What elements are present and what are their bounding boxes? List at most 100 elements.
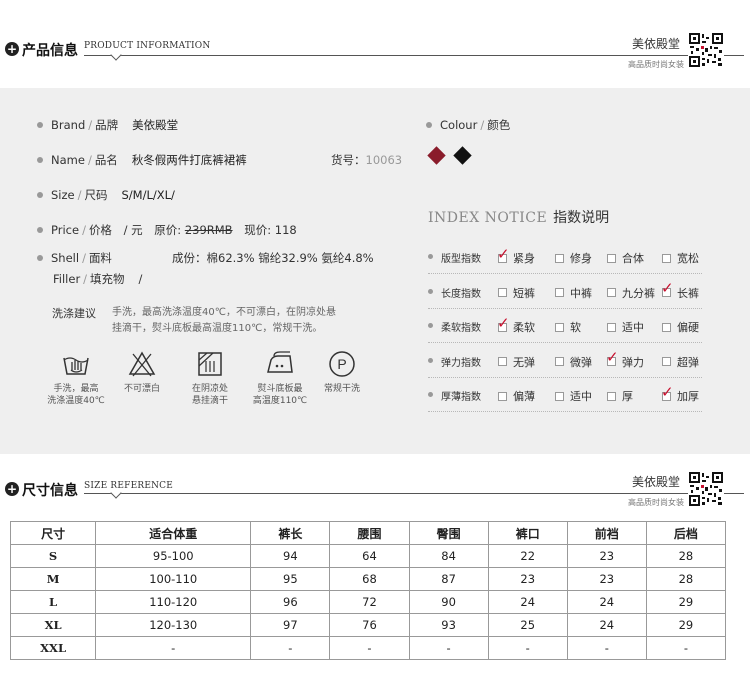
index-option[interactable]: 短裤 — [498, 285, 535, 301]
index-option[interactable]: 软 — [555, 319, 581, 335]
plus-circle-icon: + — [5, 42, 19, 56]
table-cell: - — [95, 636, 252, 660]
index-option[interactable]: ✓ 弹力 — [606, 350, 644, 370]
section-subtitle: SIZE REFERENCE — [84, 481, 174, 491]
index-option[interactable]: 厚 — [607, 388, 633, 404]
index-option-label: 短裤 — [513, 286, 535, 300]
index-row: 长度指数 短裤 中裤 九分裤 ✓ 长裤 — [428, 275, 702, 309]
index-option-label: 紧身 — [513, 252, 535, 265]
index-option[interactable]: 修身 — [555, 250, 592, 266]
bullet — [428, 323, 433, 328]
check-mark-icon: ✓ — [497, 313, 510, 332]
table-cell: 25 — [487, 613, 568, 637]
index-option[interactable]: ✓ 长裤 — [661, 281, 699, 301]
index-option[interactable]: ✓ 加厚 — [661, 384, 699, 404]
index-option[interactable]: 适中 — [607, 319, 644, 335]
dry-clean-icon: P — [329, 351, 355, 377]
checkbox[interactable]: ✓ — [497, 315, 510, 332]
table-row: L 110-120 96 72 90 24 24 29 — [9, 590, 727, 614]
checkbox[interactable] — [498, 391, 507, 401]
table-cell: 29 — [645, 590, 727, 614]
plus-circle-icon: + — [5, 482, 19, 496]
index-option[interactable]: 适中 — [555, 388, 592, 404]
table-cell: 72 — [329, 590, 410, 614]
sku-value: 10063 — [365, 153, 403, 167]
checkbox[interactable]: ✓ — [661, 281, 674, 297]
index-option[interactable]: 超弹 — [662, 354, 699, 370]
index-option-label: 合体 — [622, 252, 644, 265]
bullet — [428, 288, 433, 294]
no-bleach-icon — [128, 351, 156, 377]
index-option[interactable]: 九分裤 — [607, 285, 655, 301]
checkbox[interactable] — [607, 322, 616, 332]
checkbox[interactable] — [607, 391, 616, 401]
hand-wash-icon — [63, 357, 89, 375]
table-cell: - — [487, 636, 568, 660]
wash-advice-title: 洗涤建议 — [52, 307, 96, 320]
checkbox[interactable] — [662, 322, 671, 332]
brand-tagline: 高品质时尚女装 — [628, 498, 684, 507]
table-cell: 23 — [487, 567, 568, 591]
checkbox[interactable] — [555, 288, 564, 297]
checkbox[interactable] — [607, 288, 616, 297]
size-table-header-cell: 裤长 — [250, 521, 331, 545]
checkbox[interactable] — [662, 253, 671, 263]
index-option[interactable]: 中裤 — [555, 285, 592, 301]
index-option[interactable]: 宽松 — [662, 250, 699, 266]
composition: 成份：棉62.3% 锦纶32.9% 氨纶4.8% — [172, 251, 374, 265]
table-cell: 76 — [329, 613, 410, 637]
checkbox[interactable] — [555, 357, 564, 366]
table-cell: 84 — [408, 544, 489, 568]
product-info-header: + 产品信息 PRODUCT INFORMATION 美依殿堂 高品质时尚女装 — [0, 30, 750, 70]
bullet — [428, 357, 433, 363]
index-option-label: 宽松 — [677, 252, 699, 265]
checkbox[interactable] — [498, 357, 507, 366]
bullet — [37, 254, 43, 261]
name-row: Name / 品名 秋冬假两件打底裤裙裤 — [37, 152, 247, 168]
index-option[interactable]: ✓ 柔软 — [497, 315, 535, 335]
index-option[interactable]: 偏硬 — [662, 319, 699, 335]
size-table-header-cell: 适合体重 — [95, 521, 252, 545]
brand-tagline: 高品质时尚女装 — [628, 60, 684, 69]
index-option-label: 微弹 — [570, 355, 592, 369]
index-option-label: 偏薄 — [513, 390, 535, 403]
index-option-label: 加厚 — [677, 390, 699, 403]
index-option-label: 适中 — [570, 390, 592, 403]
table-cell: 24 — [566, 590, 647, 614]
table-cell: 68 — [329, 567, 410, 591]
checkbox[interactable] — [555, 322, 564, 332]
index-option[interactable]: ✓ 紧身 — [497, 246, 535, 266]
table-cell: 100-110 — [95, 567, 252, 591]
size-table-header-cell: 前裆 — [566, 521, 647, 545]
brand-name: 美依殿堂 — [631, 475, 680, 489]
checkbox[interactable] — [555, 253, 564, 263]
checkbox[interactable]: ✓ — [606, 350, 619, 366]
index-option[interactable]: 微弹 — [555, 354, 592, 370]
table-cell: 23 — [566, 567, 647, 591]
index-option-label: 长裤 — [677, 286, 699, 300]
table-cell: - — [566, 636, 647, 660]
checkbox[interactable] — [555, 391, 564, 401]
size-table-header-cell: 后档 — [645, 521, 727, 545]
bullet — [37, 226, 43, 233]
table-cell: 97 — [250, 613, 331, 637]
index-option[interactable]: 合体 — [607, 250, 644, 266]
checkbox[interactable] — [662, 357, 671, 366]
wash-advice-text: 手洗，最高洗涤温度40℃，不可漂白，在阴凉处悬 挂滴干，熨斗底板最高温度110℃… — [112, 307, 336, 334]
index-option[interactable]: 无弹 — [498, 354, 535, 370]
checkbox[interactable]: ✓ — [497, 246, 510, 263]
check-mark-icon: ✓ — [661, 382, 674, 401]
line-dry-shade-icon — [198, 352, 222, 376]
table-cell: 96 — [250, 590, 331, 614]
index-option[interactable]: 偏薄 — [498, 388, 535, 404]
index-option-label: 偏硬 — [677, 321, 699, 334]
table-cell: L — [9, 590, 97, 614]
size-table-header-cell: 臀围 — [408, 521, 489, 545]
index-row: 版型指数 ✓ 紧身 修身 合体 宽松 — [428, 240, 702, 274]
checkbox[interactable] — [498, 288, 507, 297]
checkbox[interactable] — [607, 253, 616, 263]
size-table-header: 尺寸 适合体重 裤长 腰围 臀围 裤口 前裆 后档 — [9, 521, 727, 545]
current-price: 118 — [274, 223, 297, 237]
brand-row: Brand / 品牌 美依殿堂 — [37, 117, 178, 133]
checkbox[interactable]: ✓ — [661, 384, 674, 401]
